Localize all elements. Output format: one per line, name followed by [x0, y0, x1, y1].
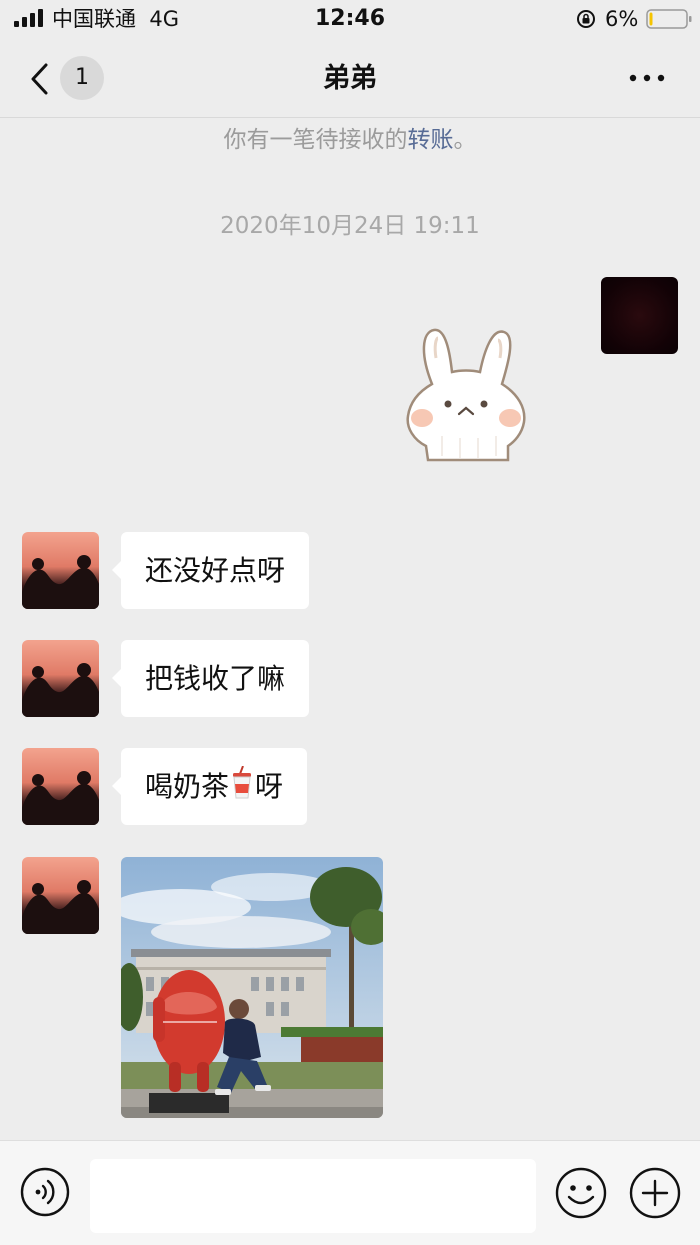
silhouette-image: [22, 663, 99, 717]
bunny-sticker[interactable]: [402, 324, 530, 462]
silhouette-image: [22, 555, 99, 609]
campus-photo: [121, 857, 383, 1118]
friend-avatar[interactable]: [22, 532, 99, 609]
more-options-icon[interactable]: [626, 66, 668, 90]
self-avatar[interactable]: [601, 277, 678, 354]
status-bar: 中国联通 4G 12:46 6%: [0, 0, 700, 40]
milk-tea-icon: [233, 766, 252, 799]
message-bubble[interactable]: 把钱收了嘛: [111, 640, 310, 717]
orientation-lock-icon: [577, 10, 595, 28]
message-timestamp: 2020年10月24日 19:11: [220, 213, 480, 239]
chat-title: 弟弟: [323, 63, 377, 94]
message-bubble[interactable]: 喝奶茶 呀: [111, 748, 308, 825]
more-functions-plus-icon[interactable]: [629, 1167, 681, 1219]
photo-message[interactable]: [121, 857, 383, 1118]
friend-avatar[interactable]: [22, 748, 99, 825]
notice-text: 你有一笔待接收的: [223, 127, 408, 153]
notice-suffix: 。: [453, 127, 477, 153]
friend-avatar[interactable]: [22, 857, 99, 934]
friend-avatar[interactable]: [22, 640, 99, 717]
message-input[interactable]: [90, 1159, 536, 1233]
battery-percent: 6%: [605, 7, 639, 31]
voice-input-icon[interactable]: [20, 1167, 70, 1217]
emoji-icon[interactable]: [555, 1167, 607, 1219]
transfer-link[interactable]: 转账: [408, 127, 454, 153]
silhouette-image: [22, 880, 99, 934]
battery-icon: [646, 9, 692, 29]
message-text: 呀: [255, 770, 284, 803]
message-text: 喝奶茶: [145, 770, 230, 803]
transfer-system-notice: 你有一笔待接收的转账。: [0, 125, 700, 155]
message-bubble[interactable]: 还没好点呀: [111, 532, 310, 609]
message-list[interactable]: 你有一笔待接收的转账。 2020年10月24日 19:11 还没好点呀 把钱收了…: [0, 119, 700, 1140]
chat-header: 1 弟弟: [0, 40, 700, 118]
battery-fill: [649, 12, 653, 26]
input-toolbar: [0, 1140, 700, 1245]
silhouette-image: [22, 771, 99, 825]
